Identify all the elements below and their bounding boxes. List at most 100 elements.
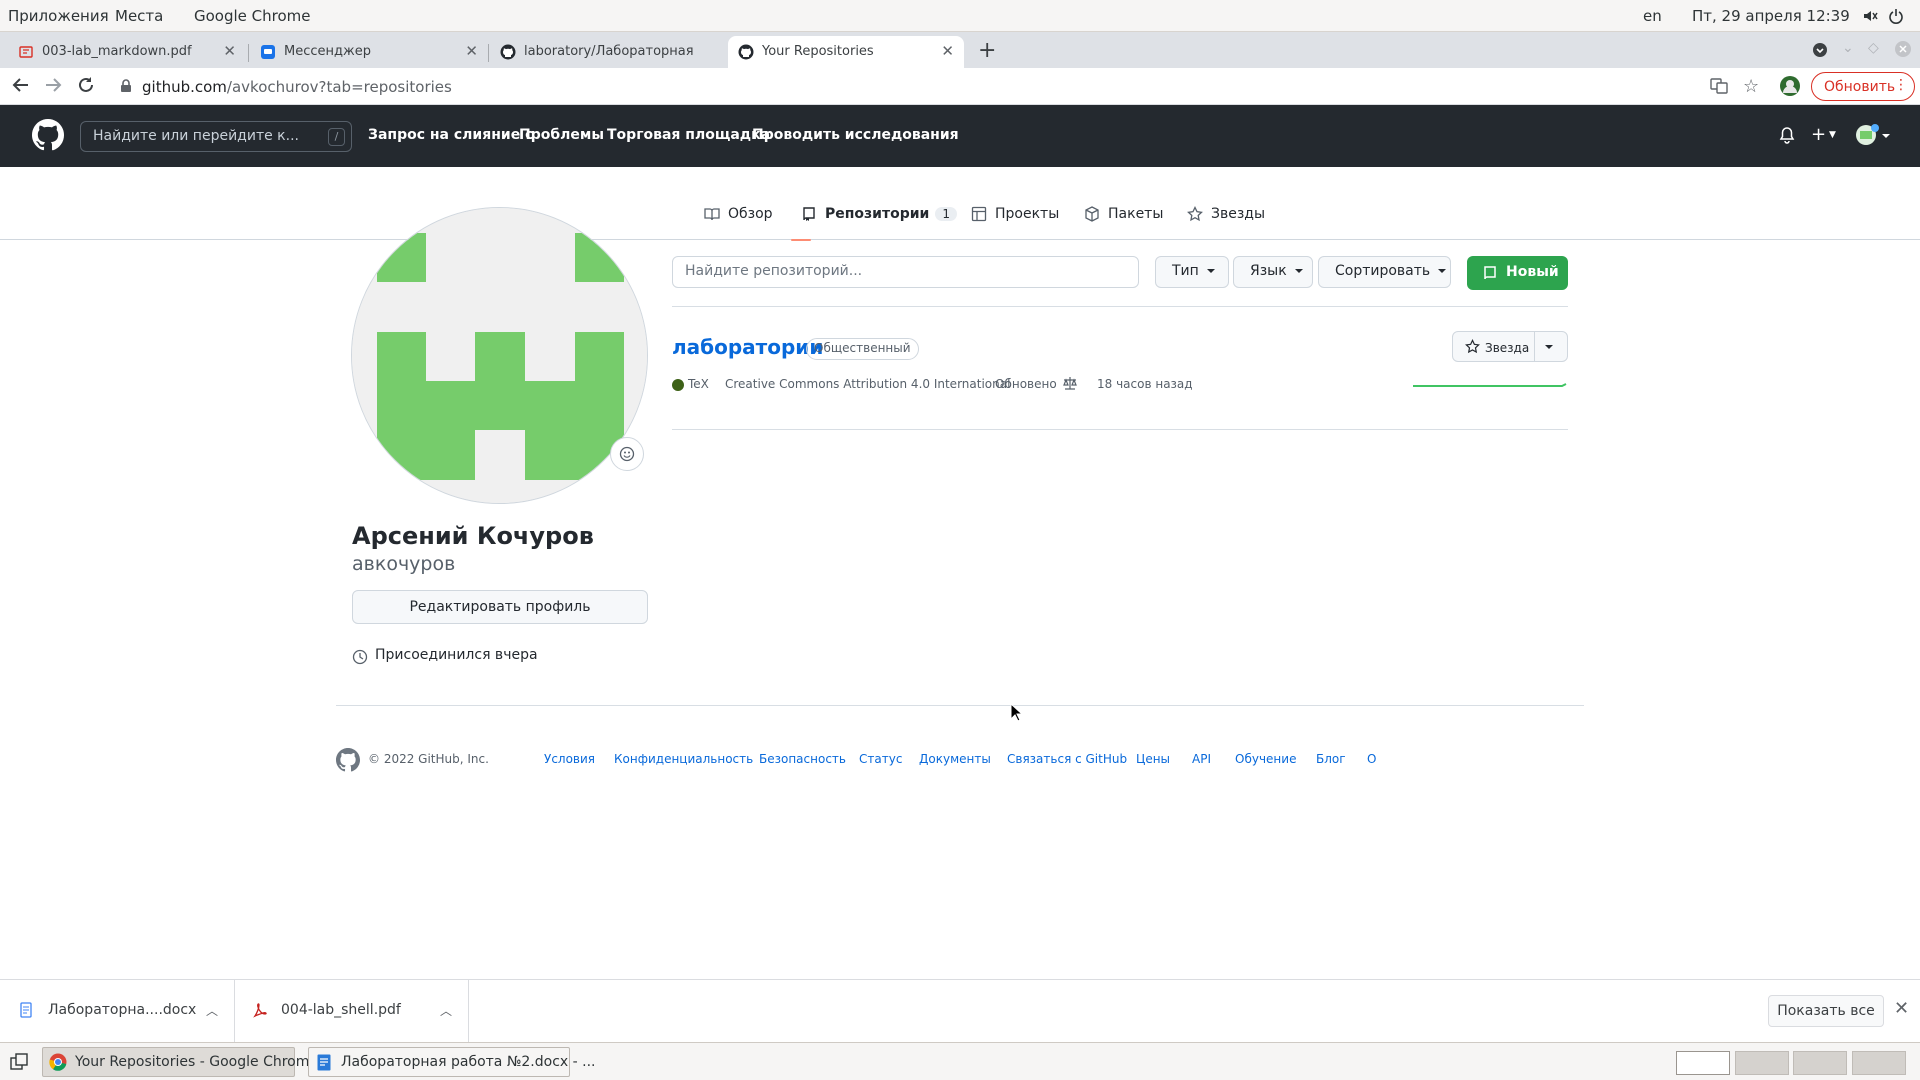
nav-issues[interactable]: Проблемы: [519, 127, 604, 143]
translate-icon[interactable]: [1710, 77, 1728, 95]
document-icon: [317, 1054, 331, 1071]
close-icon[interactable]: ✕: [465, 42, 478, 60]
chevron-up-icon[interactable]: ︿: [206, 1002, 218, 1019]
star-repo-button[interactable]: Звезда: [1452, 331, 1535, 362]
close-shelf-icon[interactable]: ✕: [1894, 998, 1909, 1019]
new-tab-icon[interactable]: +: [978, 38, 996, 63]
github-mark-icon[interactable]: [336, 748, 360, 772]
footer-link-api[interactable]: API: [1192, 752, 1211, 766]
bell-icon[interactable]: [1779, 127, 1795, 144]
repo-license: Creative Commons Attribution 4.0 Interna…: [725, 377, 1011, 391]
chevron-up-icon[interactable]: ︿: [440, 1002, 452, 1019]
workspace-1[interactable]: [1676, 1051, 1730, 1075]
forward-icon[interactable]: [44, 76, 62, 94]
workspace-2[interactable]: [1735, 1051, 1789, 1075]
url-text: github.com/avkochurov?tab=repositories: [142, 78, 452, 96]
show-all-downloads-button[interactable]: Показать все: [1768, 995, 1884, 1027]
tab-search-icon[interactable]: [1812, 42, 1828, 58]
nav-marketplace[interactable]: Торговая площадка: [607, 127, 770, 143]
caret-down-icon: [1206, 269, 1215, 273]
user-avatar-menu[interactable]: [1856, 124, 1890, 146]
close-window-icon[interactable]: [1895, 41, 1911, 57]
find-repository-input[interactable]: Найдите репозиторий...: [672, 256, 1139, 288]
footer-copyright: © 2022 GitHub, Inc.: [368, 752, 489, 766]
nav-explore[interactable]: Проводить исследования: [752, 127, 959, 143]
power-icon[interactable]: [1888, 8, 1904, 24]
profile-avatar-icon[interactable]: [1780, 76, 1800, 96]
type-filter-button[interactable]: Тип: [1155, 256, 1229, 288]
language-filter-button[interactable]: Язык: [1233, 256, 1313, 288]
footer-link-pricing[interactable]: Цены: [1136, 752, 1170, 766]
clock-icon: [352, 649, 368, 665]
chrome-icon: [49, 1053, 67, 1071]
footer-link-blog[interactable]: Блог: [1316, 752, 1346, 766]
repo-language: TeX: [688, 377, 709, 391]
reload-icon[interactable]: [77, 76, 95, 94]
repo-name-link[interactable]: лаборатории: [672, 335, 823, 359]
star-icon: [1187, 206, 1203, 222]
selected-tab-underline: [791, 239, 811, 241]
github-header: Найдите или перейдите к... / Запрос на с…: [0, 105, 1920, 167]
divider: [672, 306, 1568, 307]
profile-login: авкочуров: [352, 553, 456, 575]
set-status-button[interactable]: [610, 437, 644, 471]
tab-label: Your Repositories: [762, 44, 874, 59]
profile-tabs: Обзор Репозитории 1 Проекты Пакеты Звезды: [0, 200, 1920, 241]
github-icon: [738, 44, 754, 60]
workspace-4[interactable]: [1852, 1051, 1906, 1075]
workspace-3[interactable]: [1793, 1051, 1847, 1075]
close-icon[interactable]: ✕: [223, 42, 236, 60]
download-item-pdf[interactable]: 004-lab_shell.pdf ︿: [235, 980, 469, 1043]
footer-link-about[interactable]: О: [1367, 752, 1376, 766]
back-icon[interactable]: [12, 76, 30, 94]
tab-pdf[interactable]: 003-lab_markdown.pdf ✕: [8, 36, 246, 68]
address-bar[interactable]: github.com/avkochurov?tab=repositories: [110, 71, 1795, 102]
system-top-bar: Приложения Места Google Chrome en Пт, 29…: [0, 0, 1920, 32]
tab-messenger[interactable]: Мессенджер ✕: [250, 36, 488, 68]
github-icon: [500, 44, 516, 60]
github-logo-icon[interactable]: [32, 119, 64, 151]
taskbar-window-document[interactable]: Лабораторная работа №2.docx - ...: [308, 1047, 596, 1077]
tab-laboratory[interactable]: laboratory/Лабораторная ра ✕: [490, 36, 728, 68]
messenger-icon: [260, 44, 276, 60]
tab-your-repositories[interactable]: Your Repositories ✕: [728, 36, 964, 68]
system-taskbar: Your Repositories - Google Chrome Лабора…: [0, 1042, 1920, 1080]
close-icon[interactable]: ✕: [941, 42, 954, 60]
footer-link-status[interactable]: Статус: [859, 752, 902, 766]
create-new-icon[interactable]: + ▼: [1811, 124, 1836, 145]
update-browser-button[interactable]: Обновить ⋮: [1811, 72, 1915, 101]
taskbar-window-chrome[interactable]: Your Repositories - Google Chrome: [42, 1047, 318, 1077]
mouse-cursor-icon: [1010, 703, 1022, 722]
active-app-menu[interactable]: Google Chrome: [194, 7, 311, 25]
repo-count-badge: 1: [935, 207, 958, 221]
footer-divider: [336, 705, 1584, 706]
footer-link-privacy[interactable]: Конфиденциальность: [614, 752, 753, 766]
joined-info: Присоединился вчера: [352, 647, 538, 665]
maximize-icon[interactable]: ◇: [1868, 40, 1879, 56]
profile-avatar[interactable]: [351, 207, 648, 504]
sort-button[interactable]: Сортировать: [1318, 256, 1451, 288]
minimize-icon[interactable]: ⌄: [1842, 40, 1854, 56]
volume-muted-icon[interactable]: [1862, 8, 1878, 24]
footer-link-terms[interactable]: Условия: [544, 752, 595, 766]
footer-link-security[interactable]: Безопасность: [759, 752, 846, 766]
github-search-input[interactable]: Найдите или перейдите к... /: [80, 121, 352, 152]
applications-menu[interactable]: Приложения: [8, 7, 109, 25]
nav-pull-requests[interactable]: Запрос на слияние с: [368, 127, 533, 143]
clock[interactable]: Пт, 29 апреля 12:39: [1692, 7, 1850, 25]
pdf-icon: [18, 44, 34, 60]
edit-profile-button[interactable]: Редактировать профиль: [352, 590, 648, 624]
footer-link-docs[interactable]: Документы: [919, 752, 991, 766]
caret-down-icon: [1294, 269, 1303, 273]
show-desktop-icon[interactable]: [10, 1053, 28, 1071]
download-item-docx[interactable]: Лабораторна....docx ︿: [0, 980, 235, 1043]
keyboard-layout[interactable]: en: [1643, 7, 1662, 25]
lock-icon[interactable]: [120, 79, 132, 93]
bookmark-star-icon[interactable]: ☆: [1743, 76, 1759, 97]
footer-link-training[interactable]: Обучение: [1235, 752, 1296, 766]
footer-link-contact[interactable]: Связаться с GitHub: [1007, 752, 1127, 766]
star-list-dropdown[interactable]: [1534, 331, 1568, 362]
new-repository-button[interactable]: Новый: [1467, 256, 1568, 290]
places-menu[interactable]: Места: [115, 7, 163, 25]
download-filename: Лабораторна....docx: [48, 1002, 197, 1018]
